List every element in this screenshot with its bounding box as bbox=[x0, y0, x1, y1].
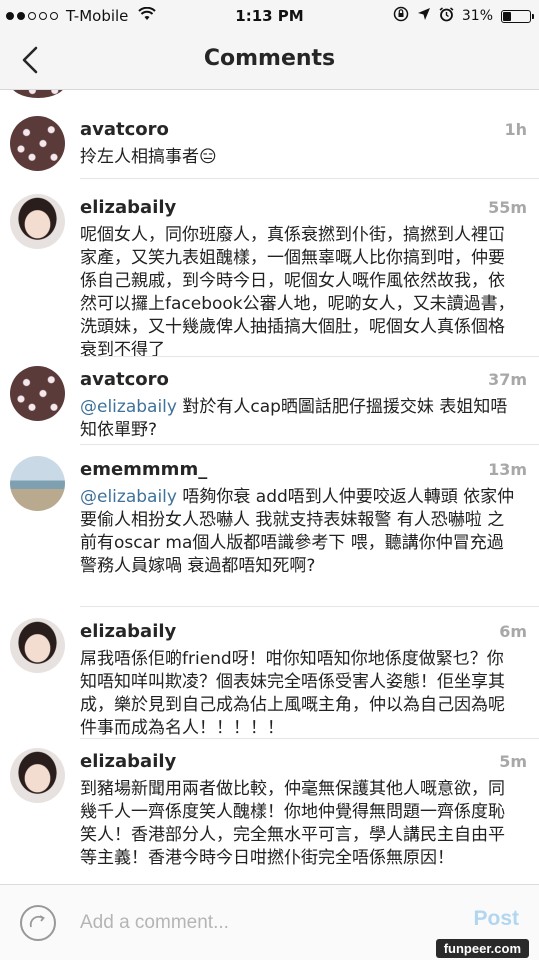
comment-text: @elizabaily 對於有人cap晒圖話肥仔搵援交妹 表姐知唔知依單野? bbox=[80, 396, 519, 442]
battery-icon bbox=[501, 9, 534, 23]
avatar[interactable] bbox=[10, 116, 65, 171]
comment-time: 55m bbox=[488, 198, 527, 217]
post-button[interactable]: Post bbox=[473, 907, 519, 931]
avatar[interactable] bbox=[10, 194, 65, 249]
comment-username[interactable]: elizabaily bbox=[80, 621, 176, 642]
comment-text: 到豬場新聞用兩者做比較，仲毫無保護其他人嘅意欲，同幾千人一齊係度笑人醜樣！你地仲… bbox=[80, 778, 519, 870]
comment-username[interactable]: avatcoro bbox=[80, 119, 169, 140]
nav-bar: Comments bbox=[0, 32, 539, 90]
comment-username[interactable]: elizabaily bbox=[80, 197, 176, 218]
camera-button[interactable] bbox=[20, 905, 56, 941]
comment-mention[interactable]: @elizabaily bbox=[80, 397, 177, 417]
comment-body: 屌我唔係佢啲friend呀！咁你知唔知你地係度做緊乜？你知唔知咩叫欺凌？個表妹完… bbox=[80, 649, 505, 738]
comment-time: 5m bbox=[499, 752, 527, 771]
comment-username[interactable]: elizabaily bbox=[80, 751, 176, 772]
comment-text: 呢個女人，同你班廢人，真係衰撚到仆街，搞撚到人裡冚家產，又笑九表姐醜樣，一個無辜… bbox=[80, 224, 519, 362]
comment-time: 1h bbox=[504, 120, 527, 139]
comment-body: 拎左人相搞事者😑 bbox=[80, 147, 217, 167]
camera-icon bbox=[29, 915, 45, 928]
avatar[interactable] bbox=[10, 366, 65, 421]
comment-text: 屌我唔係佢啲friend呀！咁你知唔知你地係度做緊乜？你知唔知咩叫欺凌？個表妹完… bbox=[80, 648, 519, 740]
divider bbox=[80, 738, 539, 739]
watermark: funpeer.com bbox=[435, 939, 529, 958]
comment-mention[interactable]: @elizabaily bbox=[80, 487, 177, 507]
avatar bbox=[10, 90, 66, 98]
alarm-icon bbox=[439, 6, 454, 26]
divider bbox=[80, 178, 539, 179]
battery-percent: 31% bbox=[461, 8, 493, 24]
battery-fill bbox=[503, 11, 511, 21]
divider bbox=[80, 606, 539, 607]
comment-text: @elizabaily 唔夠你衰 add唔到人仲要咬返人轉頭 依家仲要偷人相扮女… bbox=[80, 486, 519, 578]
location-icon bbox=[417, 7, 431, 25]
avatar[interactable] bbox=[10, 456, 65, 511]
orientation-lock-icon bbox=[393, 6, 409, 26]
comment-time: 13m bbox=[488, 460, 527, 479]
comment-input-bar: Post funpeer.com bbox=[0, 884, 539, 960]
avatar[interactable] bbox=[10, 618, 65, 673]
status-right: 31% bbox=[393, 0, 534, 32]
avatar[interactable] bbox=[10, 748, 65, 803]
page-title: Comments bbox=[203, 46, 336, 71]
comment-body: 呢個女人，同你班廢人，真係衰撚到仆街，搞撚到人裡冚家產，又笑九表姐醜樣，一個無辜… bbox=[80, 225, 515, 360]
comment-text: 拎左人相搞事者😑 bbox=[80, 146, 519, 169]
comment-input[interactable] bbox=[80, 907, 420, 939]
comment-username[interactable]: avatcoro bbox=[80, 369, 169, 390]
status-bar: T-Mobile 1:13 PM 31% bbox=[0, 0, 539, 32]
comment-time: 37m bbox=[488, 370, 527, 389]
divider bbox=[80, 444, 539, 445]
comment-list[interactable]: avatcoro 1h 拎左人相搞事者😑 elizabaily 55m 呢個女人… bbox=[0, 90, 539, 884]
comment-username[interactable]: ememmmm_ bbox=[80, 459, 207, 480]
divider bbox=[80, 356, 539, 357]
comment-body: 到豬場新聞用兩者做比較，仲毫無保護其他人嘅意欲，同幾千人一齊係度笑人醜樣！你地仲… bbox=[80, 779, 505, 868]
comment-time: 6m bbox=[499, 622, 527, 641]
